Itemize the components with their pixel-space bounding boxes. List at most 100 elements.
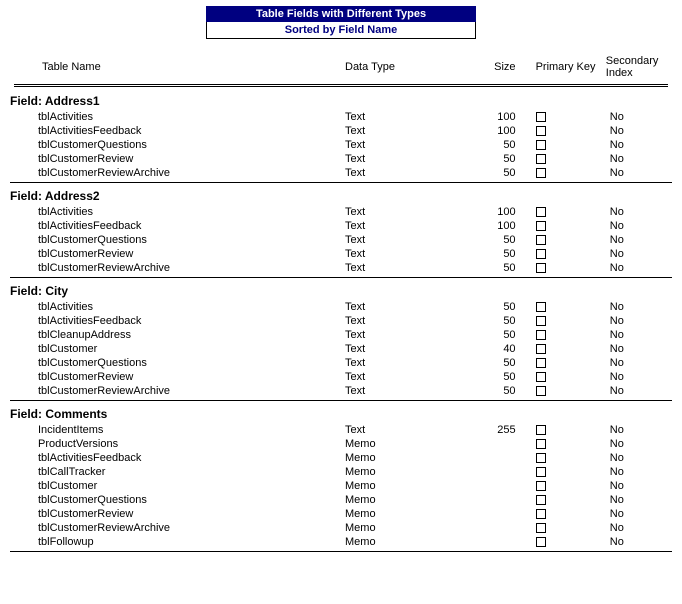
- cell-size: [471, 535, 531, 549]
- cell-size: [471, 437, 531, 451]
- cell-size: [471, 521, 531, 535]
- checkbox-icon: [536, 316, 546, 326]
- cell-data-type: Text: [341, 423, 471, 437]
- checkbox-icon: [536, 207, 546, 217]
- fields-table: Table Name Data Type Size Primary Key Se…: [10, 53, 672, 552]
- table-row: tblCallTrackerMemo No: [10, 465, 672, 479]
- col-secondary-index: Secondary Index: [602, 53, 672, 83]
- cell-primary-key: [532, 124, 602, 138]
- cell-size: 50: [471, 314, 531, 328]
- cell-size: 100: [471, 205, 531, 219]
- cell-table-name: ProductVersions: [10, 437, 341, 451]
- cell-table-name: tblCustomerReviewArchive: [10, 261, 341, 275]
- checkbox-icon: [536, 523, 546, 533]
- cell-table-name: tblCustomerReview: [10, 370, 341, 384]
- cell-data-type: Text: [341, 233, 471, 247]
- col-data-type: Data Type: [341, 53, 471, 83]
- cell-data-type: Memo: [341, 507, 471, 521]
- cell-secondary-index: No: [602, 233, 672, 247]
- cell-size: 50: [471, 370, 531, 384]
- table-row: tblCustomerReviewText50No: [10, 152, 672, 166]
- checkbox-icon: [536, 302, 546, 312]
- cell-size: [471, 493, 531, 507]
- cell-secondary-index: No: [602, 479, 672, 493]
- cell-primary-key: [532, 205, 602, 219]
- column-header-row: Table Name Data Type Size Primary Key Se…: [10, 53, 672, 83]
- cell-primary-key: [532, 110, 602, 124]
- cell-primary-key: [532, 219, 602, 233]
- cell-table-name: tblCustomerQuestions: [10, 233, 341, 247]
- cell-secondary-index: No: [602, 138, 672, 152]
- cell-primary-key: [532, 384, 602, 398]
- checkbox-icon: [536, 112, 546, 122]
- checkbox-icon: [536, 140, 546, 150]
- table-row: tblCustomerReviewArchiveText50No: [10, 384, 672, 398]
- cell-primary-key: [532, 356, 602, 370]
- table-row: tblFollowupMemoNo: [10, 535, 672, 549]
- cell-secondary-index: No: [602, 247, 672, 261]
- cell-secondary-index: No: [602, 451, 672, 465]
- cell-secondary-index: No: [602, 205, 672, 219]
- cell-secondary-index: No: [602, 507, 672, 521]
- cell-primary-key: [532, 314, 602, 328]
- cell-primary-key: [532, 437, 602, 451]
- checkbox-icon: [536, 537, 546, 547]
- cell-primary-key: [532, 479, 602, 493]
- cell-data-type: Text: [341, 138, 471, 152]
- table-row: tblCustomerQuestionsText50No: [10, 138, 672, 152]
- cell-primary-key: [532, 451, 602, 465]
- checkbox-icon: [536, 481, 546, 491]
- cell-size: [471, 465, 531, 479]
- cell-size: 40: [471, 342, 531, 356]
- cell-data-type: Text: [341, 261, 471, 275]
- field-group-heading: Field: City: [10, 278, 672, 300]
- cell-data-type: Memo: [341, 535, 471, 549]
- cell-data-type: Text: [341, 356, 471, 370]
- cell-secondary-index: No: [602, 152, 672, 166]
- cell-table-name: tblActivitiesFeedback: [10, 219, 341, 233]
- cell-table-name: tblActivitiesFeedback: [10, 314, 341, 328]
- cell-table-name: tblCustomerQuestions: [10, 493, 341, 507]
- checkbox-icon: [536, 344, 546, 354]
- cell-primary-key: [532, 138, 602, 152]
- cell-secondary-index: No: [602, 437, 672, 451]
- table-row: tblCustomerQuestionsText50No: [10, 356, 672, 370]
- cell-table-name: tblCustomerReviewArchive: [10, 166, 341, 180]
- cell-table-name: tblCustomerQuestions: [10, 356, 341, 370]
- cell-data-type: Text: [341, 328, 471, 342]
- checkbox-icon: [536, 168, 546, 178]
- checkbox-icon: [536, 358, 546, 368]
- table-row: tblCustomerReviewArchiveText50No: [10, 261, 672, 275]
- cell-primary-key: [532, 465, 602, 479]
- cell-table-name: tblCustomerReview: [10, 507, 341, 521]
- cell-data-type: Text: [341, 124, 471, 138]
- cell-secondary-index: No: [602, 166, 672, 180]
- field-group-heading: Field: Address2: [10, 183, 672, 205]
- cell-primary-key: [532, 370, 602, 384]
- cell-secondary-index: No: [602, 493, 672, 507]
- cell-secondary-index: No: [602, 356, 672, 370]
- cell-data-type: Memo: [341, 465, 471, 479]
- cell-data-type: Text: [341, 110, 471, 124]
- table-row: tblActivitiesFeedbackText100No: [10, 124, 672, 138]
- cell-table-name: tblActivities: [10, 300, 341, 314]
- checkbox-icon: [536, 467, 546, 477]
- cell-data-type: Text: [341, 370, 471, 384]
- field-group-label: Field: Address1: [10, 88, 672, 110]
- cell-secondary-index: No: [602, 124, 672, 138]
- cell-size: 100: [471, 110, 531, 124]
- table-row: tblCustomerMemoNo: [10, 479, 672, 493]
- cell-size: 100: [471, 124, 531, 138]
- cell-secondary-index: No: [602, 465, 672, 479]
- table-row: tblActivitiesText100No: [10, 205, 672, 219]
- cell-size: 50: [471, 247, 531, 261]
- cell-table-name: tblCustomerReviewArchive: [10, 384, 341, 398]
- report-subtitle: Sorted by Field Name: [206, 22, 476, 39]
- cell-size: 50: [471, 233, 531, 247]
- cell-table-name: tblCallTracker: [10, 465, 341, 479]
- cell-primary-key: [532, 423, 602, 437]
- cell-data-type: Memo: [341, 451, 471, 465]
- cell-primary-key: [532, 300, 602, 314]
- cell-primary-key: [532, 507, 602, 521]
- cell-table-name: tblCustomerQuestions: [10, 138, 341, 152]
